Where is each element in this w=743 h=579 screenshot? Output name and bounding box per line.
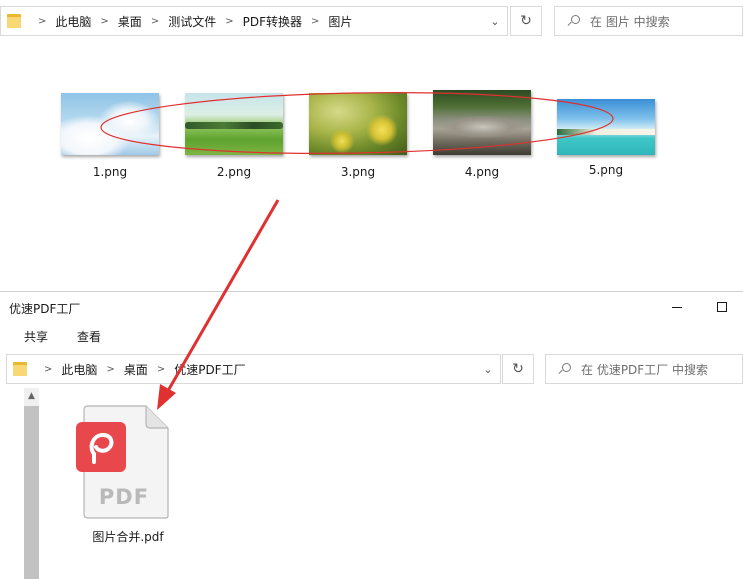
breadcrumb-item-pictures[interactable]: 图片	[328, 13, 352, 30]
tab-view[interactable]: 查看	[77, 328, 101, 345]
bottom-explorer-window: 优速PDF工厂 共享 查看 > 此电脑 > 桌面 > 优速PDF工厂 ⌄ ↻ 在…	[0, 291, 743, 579]
file-item-4[interactable]: 4.png	[432, 90, 532, 179]
image-thumbnail	[309, 93, 407, 155]
pdf-file-item[interactable]: PDF	[76, 404, 172, 520]
window-title: 优速PDF工厂	[9, 302, 81, 316]
pdf-app-icon	[76, 422, 126, 472]
folder-icon	[7, 14, 21, 28]
minimize-icon	[672, 306, 682, 308]
chevron-right-icon[interactable]: >	[151, 16, 159, 27]
maximize-button[interactable]	[699, 292, 743, 322]
search-input[interactable]: 在 图片 中搜索	[554, 6, 743, 36]
image-thumbnail	[61, 93, 159, 155]
refresh-icon: ↻	[512, 361, 524, 377]
title-bar[interactable]: 优速PDF工厂	[0, 292, 743, 322]
file-name: 2.png	[216, 165, 252, 179]
breadcrumb-item-pdf-factory[interactable]: 优速PDF工厂	[174, 361, 245, 378]
breadcrumb-item-this-pc[interactable]: 此电脑	[61, 361, 97, 378]
refresh-button[interactable]: ↻	[510, 6, 542, 36]
search-input[interactable]: 在 优速PDF工厂 中搜索	[545, 354, 743, 384]
minimize-button[interactable]	[654, 292, 700, 322]
top-explorer-window: > 此电脑 > 桌面 > 测试文件 > PDF转换器 > 图片 ⌄ ↻ 在 图片…	[0, 0, 743, 291]
refresh-button[interactable]: ↻	[502, 354, 534, 384]
folder-icon	[13, 362, 27, 376]
chevron-right-icon[interactable]: >	[225, 16, 233, 27]
search-placeholder: 在 图片 中搜索	[590, 14, 670, 29]
address-bar[interactable]: > 此电脑 > 桌面 > 优速PDF工厂 ⌄	[6, 354, 501, 384]
scroll-up-button[interactable]: ▲	[24, 388, 39, 404]
file-name: 图片合并.pdf	[92, 530, 164, 544]
address-bar[interactable]: > 此电脑 > 桌面 > 测试文件 > PDF转换器 > 图片 ⌄	[0, 6, 508, 36]
chevron-right-icon[interactable]: >	[44, 364, 52, 375]
breadcrumb-item-this-pc[interactable]: 此电脑	[55, 13, 91, 30]
chevron-right-icon[interactable]: >	[100, 16, 108, 27]
breadcrumb-item-desktop[interactable]: 桌面	[118, 13, 142, 30]
chevron-down-icon[interactable]: ⌄	[478, 359, 498, 379]
scrollbar-thumb[interactable]	[24, 406, 39, 579]
chevron-down-icon[interactable]: ⌄	[485, 11, 505, 31]
chevron-right-icon[interactable]: >	[157, 364, 165, 375]
search-icon	[558, 363, 571, 375]
scrollbar[interactable]: ▲	[24, 388, 39, 579]
chevron-right-icon[interactable]: >	[38, 16, 46, 27]
file-item-1[interactable]: 1.png	[60, 93, 160, 179]
search-icon	[567, 15, 580, 27]
file-name: 4.png	[464, 165, 500, 179]
tab-share[interactable]: 共享	[24, 328, 48, 345]
maximize-icon	[717, 302, 727, 312]
image-thumbnail	[557, 99, 655, 155]
pdf-file-icon: PDF	[76, 405, 169, 519]
chevron-right-icon[interactable]: >	[311, 16, 319, 27]
file-name: 5.png	[588, 163, 624, 177]
breadcrumb-item-pdf-converter[interactable]: PDF转换器	[243, 13, 302, 30]
file-item-2[interactable]: 2.png	[184, 93, 284, 179]
image-thumbnail	[433, 90, 531, 155]
breadcrumb-item-desktop[interactable]: 桌面	[124, 361, 148, 378]
image-thumbnail	[185, 93, 283, 155]
chevron-right-icon[interactable]: >	[106, 364, 114, 375]
file-item-5[interactable]: 5.png	[556, 99, 656, 177]
pdf-badge-text: PDF	[99, 485, 149, 509]
search-placeholder: 在 优速PDF工厂 中搜索	[581, 362, 709, 377]
file-name: 3.png	[340, 165, 376, 179]
breadcrumb-item-test-files[interactable]: 测试文件	[168, 13, 216, 30]
file-name: 1.png	[92, 165, 128, 179]
refresh-icon: ↻	[520, 13, 532, 29]
file-item-3[interactable]: 3.png	[308, 93, 408, 179]
